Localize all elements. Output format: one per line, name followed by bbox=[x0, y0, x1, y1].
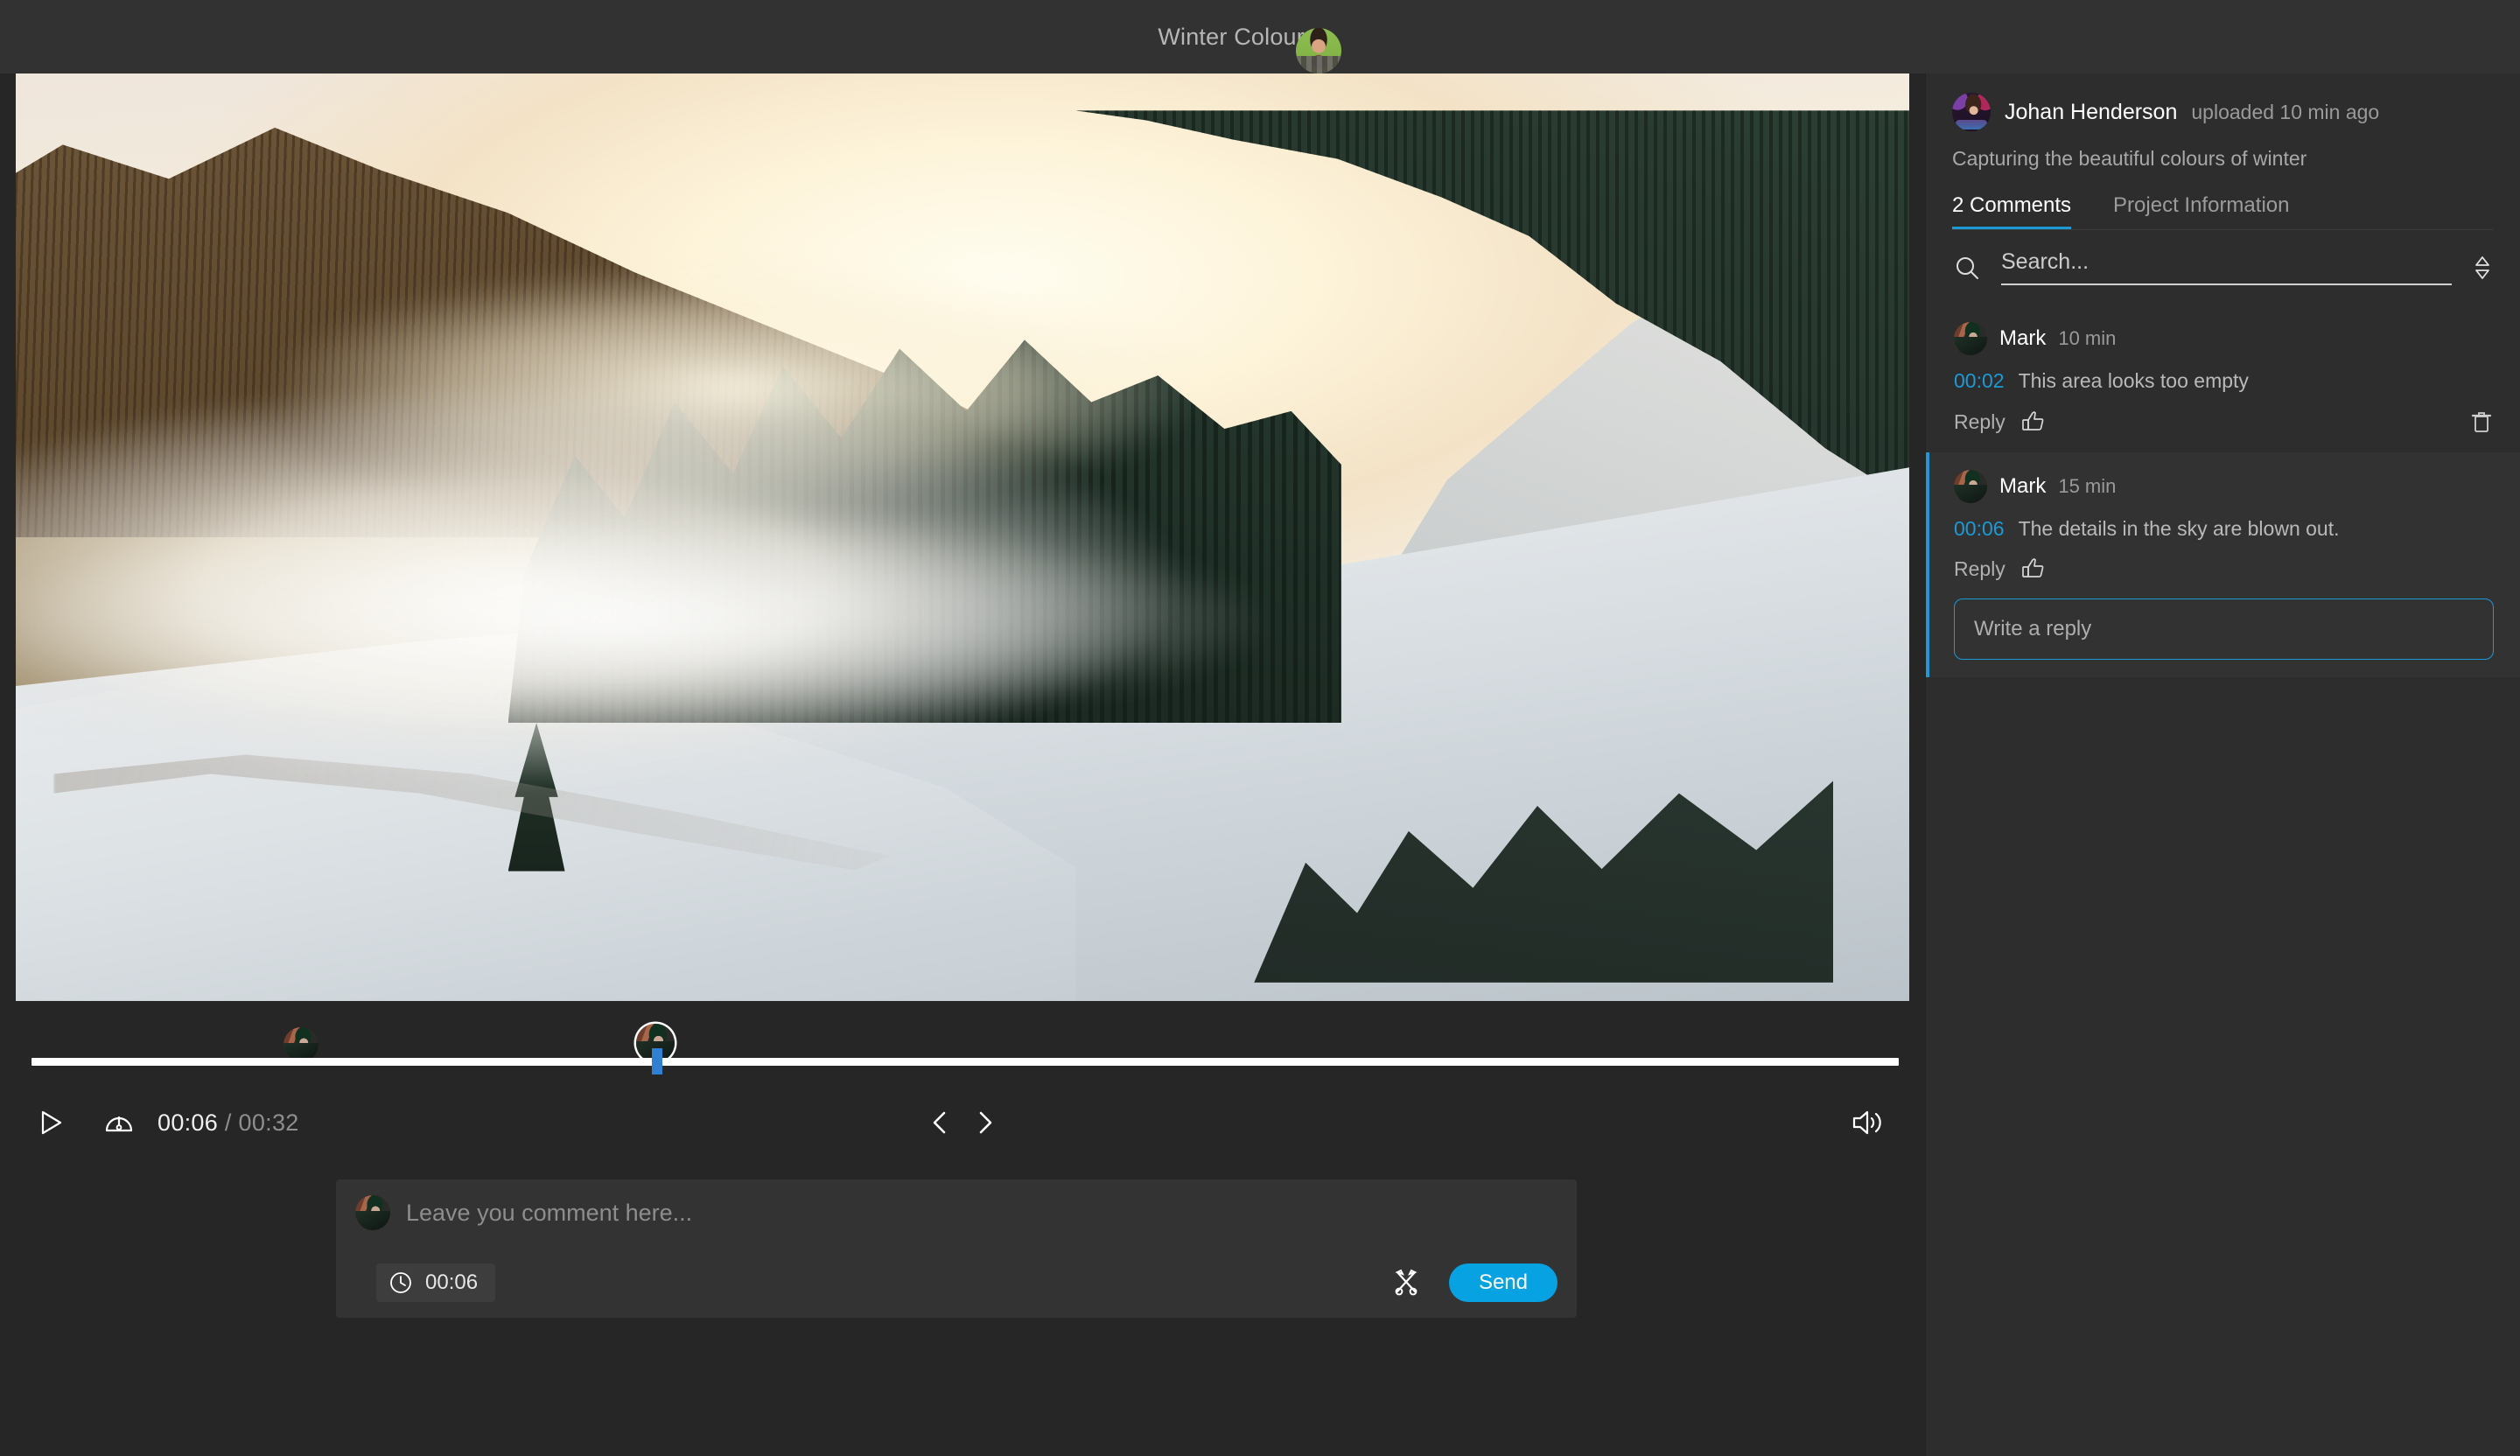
play-button[interactable] bbox=[35, 1108, 65, 1138]
tab-project-information[interactable]: Project Information bbox=[2113, 193, 2289, 229]
comment-input[interactable]: Leave you comment here... bbox=[406, 1200, 692, 1227]
volume-icon bbox=[1852, 1110, 1881, 1135]
comment-header: Mark 10 min bbox=[1954, 322, 2494, 355]
player-controls: 00:06 / 00:32 bbox=[16, 1085, 1909, 1160]
uploader-avatar bbox=[1952, 93, 1991, 131]
sidebar-tabs: 2 Comments Project Information bbox=[1952, 193, 2494, 230]
app-root: Winter Colours 00:06 / 00:32 Leave you c… bbox=[0, 0, 2520, 1456]
current-user-avatar[interactable] bbox=[1295, 28, 1341, 74]
reply-button[interactable]: Reply bbox=[1954, 557, 2006, 581]
comment-author: Mark bbox=[1999, 326, 2047, 350]
comment-text: This area looks too empty bbox=[2018, 369, 2249, 392]
comment-body: 00:02 This area looks too empty bbox=[1954, 369, 2494, 393]
reply-input[interactable] bbox=[1974, 617, 2474, 641]
comment-age: 15 min bbox=[2058, 475, 2117, 497]
thumbs-up-icon bbox=[2021, 411, 2044, 430]
uploader-row: Johan Henderson uploaded 10 min ago bbox=[1952, 93, 2494, 131]
like-button[interactable] bbox=[2020, 410, 2046, 434]
comment-timestamp[interactable]: 00:02 bbox=[1954, 369, 2005, 393]
delete-button[interactable] bbox=[2469, 409, 2494, 435]
volume-button[interactable] bbox=[1850, 1108, 1885, 1138]
sort-icon bbox=[2475, 256, 2489, 279]
comment-author: Mark bbox=[1999, 474, 2047, 498]
comment-footer: Reply bbox=[1954, 556, 2494, 581]
time-separator: / bbox=[224, 1109, 232, 1136]
upload-meta: uploaded 10 min ago bbox=[2191, 100, 2380, 123]
annotate-button[interactable] bbox=[1390, 1266, 1423, 1299]
search-field-wrap bbox=[2001, 249, 2452, 285]
total-duration: 00:32 bbox=[238, 1109, 299, 1136]
player-column: 00:06 / 00:32 Leave you comment here... … bbox=[0, 74, 1925, 1456]
video-player[interactable] bbox=[16, 74, 1909, 1001]
comments-list: Mark 10 min 00:02 This area looks too em… bbox=[1926, 304, 2520, 677]
composer-input-row: Leave you comment here... bbox=[355, 1195, 1558, 1230]
search-icon bbox=[1956, 256, 1978, 279]
sidebar-header: Johan Henderson uploaded 10 min ago Capt… bbox=[1926, 74, 2520, 230]
composer-avatar bbox=[355, 1195, 390, 1230]
page-title: Winter Colours bbox=[1158, 23, 1317, 50]
composer-timestamp: 00:06 bbox=[425, 1270, 479, 1294]
search-row bbox=[1926, 230, 2520, 285]
comment-body: 00:06 The details in the sky are blown o… bbox=[1954, 517, 2494, 541]
chevron-right-icon bbox=[979, 1111, 992, 1134]
sort-button[interactable] bbox=[2471, 254, 2494, 282]
playback-speed-button[interactable] bbox=[102, 1105, 136, 1140]
top-bar: Winter Colours bbox=[0, 0, 2520, 74]
comment-item[interactable]: Mark 15 min 00:06 The details in the sky… bbox=[1926, 452, 2520, 677]
comment-item[interactable]: Mark 10 min 00:02 This area looks too em… bbox=[1926, 304, 2520, 452]
main-area: 00:06 / 00:32 Leave you comment here... … bbox=[0, 74, 2520, 1456]
progress-bar[interactable] bbox=[32, 1058, 1899, 1066]
composer-zone: Leave you comment here... 00:06 Send bbox=[0, 1160, 1925, 1456]
send-button[interactable]: Send bbox=[1448, 1264, 1558, 1302]
comment-text: The details in the sky are blown out. bbox=[2018, 517, 2340, 540]
tab-comments[interactable]: 2 Comments bbox=[1952, 193, 2072, 229]
current-time: 00:06 bbox=[158, 1109, 219, 1136]
time-display: 00:06 / 00:32 bbox=[158, 1110, 299, 1137]
comment-footer: Reply bbox=[1954, 409, 2494, 435]
like-button[interactable] bbox=[2020, 556, 2046, 581]
previous-frame-button[interactable] bbox=[928, 1108, 951, 1138]
comment-header: Mark 15 min bbox=[1954, 470, 2494, 503]
search-input[interactable] bbox=[2001, 249, 2452, 275]
composer-toolbar: 00:06 Send bbox=[355, 1264, 1558, 1302]
frame-nav bbox=[928, 1108, 997, 1138]
chevron-left-icon bbox=[933, 1111, 946, 1134]
play-icon bbox=[41, 1110, 62, 1135]
project-description: Capturing the beautiful colours of winte… bbox=[1952, 147, 2307, 170]
next-frame-button[interactable] bbox=[974, 1108, 997, 1138]
uploader-name: Johan Henderson bbox=[2005, 99, 2178, 124]
timestamp-chip[interactable]: 00:06 bbox=[376, 1264, 496, 1302]
timeline[interactable] bbox=[16, 1001, 1909, 1085]
video-frame-image bbox=[16, 74, 1909, 1001]
playhead[interactable] bbox=[652, 1048, 662, 1074]
composer-actions: Send bbox=[1390, 1264, 1558, 1302]
thumbs-up-icon bbox=[2021, 558, 2044, 578]
delete-icon bbox=[2471, 412, 2492, 432]
reply-input-box[interactable] bbox=[1954, 598, 2494, 660]
comment-avatar bbox=[1954, 470, 1987, 503]
playback-speed-icon bbox=[105, 1116, 133, 1132]
comments-sidebar: Johan Henderson uploaded 10 min ago Capt… bbox=[1925, 74, 2520, 1456]
comment-age: 10 min bbox=[2058, 327, 2117, 349]
comment-composer[interactable]: Leave you comment here... 00:06 Send bbox=[336, 1180, 1577, 1318]
clock-icon bbox=[390, 1272, 411, 1293]
reply-button[interactable]: Reply bbox=[1954, 410, 2006, 434]
comment-timestamp[interactable]: 00:06 bbox=[1954, 517, 2005, 541]
comment-avatar bbox=[1954, 322, 1987, 355]
timeline-comment-marker[interactable] bbox=[284, 1027, 318, 1062]
annotate-icon bbox=[1395, 1269, 1418, 1296]
